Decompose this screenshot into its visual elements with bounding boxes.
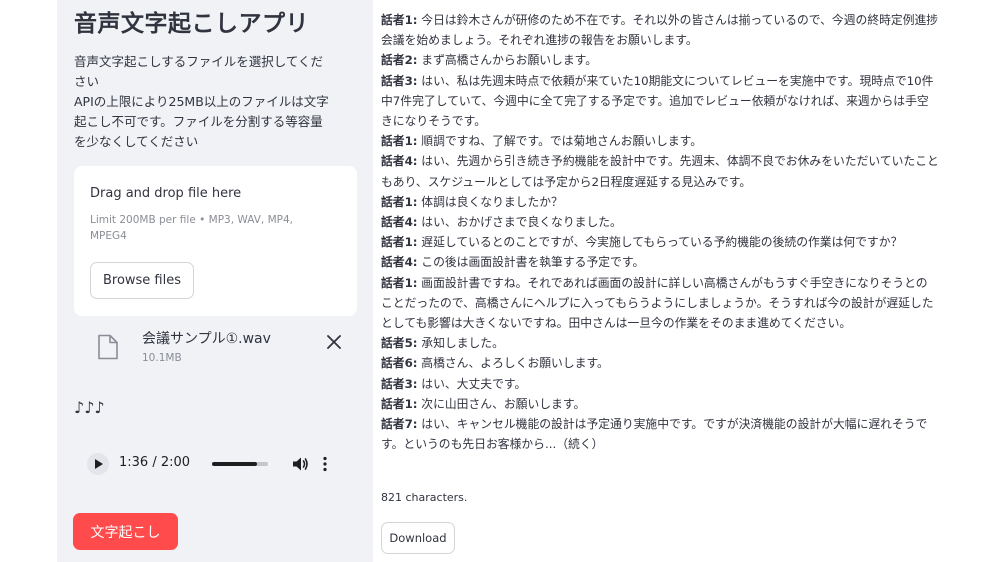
upload-instructions: 音声文字起こしするファイルを選択してくだ さい APIの上限により25MB以上の… xyxy=(74,52,356,152)
instruction-line: さい xyxy=(74,74,100,89)
transcript-line: 話者3: はい、私は先週末時点で依頼が来ていた10期能文についてレビューを実施中… xyxy=(381,71,939,132)
utterance-text: 遅延しているとのことですが、今実施してもらっている予約機能の後続の作業は何ですか… xyxy=(417,235,903,250)
speaker-label: 話者7: xyxy=(381,417,418,432)
utterance-text: 次に山田さん、お願いします。 xyxy=(417,396,586,411)
transcript-line: 話者4: この後は画面設計書を執筆する予定です。 xyxy=(381,252,939,272)
music-notes: ♪♪♪ xyxy=(74,398,105,417)
utterance-text: はい、私は先週末時点で依頼が来ていた10期能文についてレビューを実施中です。現時… xyxy=(381,73,934,129)
speaker-label: 話者1: xyxy=(381,134,418,149)
dropzone-label: Drag and drop file here xyxy=(90,186,242,201)
speaker-label: 話者5: xyxy=(381,336,418,351)
speaker-label: 話者4: xyxy=(381,154,418,169)
file-icon xyxy=(98,334,118,360)
utterance-text: 画面設計書ですね。それであれば画面の設計に詳しい高橋さんがもうすぐ手空きになりそ… xyxy=(381,275,934,331)
speaker-label: 話者6: xyxy=(381,356,418,371)
speaker-label: 話者1: xyxy=(381,396,418,411)
transcribe-button[interactable]: 文字起こし xyxy=(73,513,178,550)
transcript: 話者1: 今日は鈴木さんが研修のため不在です。それ以外の皆さんは揃っているので、… xyxy=(381,10,939,454)
instruction-line: 音声文字起こしするファイルを選択してくだ xyxy=(74,54,324,69)
close-icon[interactable] xyxy=(322,332,346,356)
transcript-line: 話者1: 順調ですね、了解です。では菊地さんお願いします。 xyxy=(381,131,939,151)
play-icon[interactable] xyxy=(87,453,109,475)
download-button[interactable]: Download xyxy=(381,522,455,554)
file-dropzone[interactable]: Drag and drop file here Limit 200MB per … xyxy=(74,166,357,316)
speaker-label: 話者4: xyxy=(381,255,418,270)
audio-time: 1:36 / 2:00 xyxy=(119,455,191,470)
speaker-label: 話者1: xyxy=(381,13,418,27)
transcript-line: 話者1: 遅延しているとのことですが、今実施してもらっている予約機能の後続の作業… xyxy=(381,232,939,252)
transcript-line: 話者1: 次に山田さん、お願いします。 xyxy=(381,394,939,414)
file-size: 10.1MB xyxy=(142,352,182,364)
transcript-line: 話者3: はい、大丈夫です。 xyxy=(381,374,939,394)
utterance-text: この後は画面設計書を執筆する予定です。 xyxy=(417,255,645,270)
main-content: 話者1: 今日は鈴木さんが研修のため不在です。それ以外の皆さんは揃っているので、… xyxy=(381,0,941,562)
browse-files-button[interactable]: Browse files xyxy=(90,262,194,299)
sidebar: 音声文字起こしアプリ 音声文字起こしするファイルを選択してくだ さい APIの上… xyxy=(57,0,373,562)
utterance-text: まず高橋さんからお願いします。 xyxy=(417,53,598,68)
speaker-label: 話者1: xyxy=(381,235,418,250)
transcript-line: 話者1: 体調は良くなりましたか？ xyxy=(381,192,939,212)
app-title: 音声文字起こしアプリ xyxy=(74,11,309,37)
speaker-label: 話者2: xyxy=(381,53,418,68)
transcript-line: 話者6: 高橋さん、よろしくお願いします。 xyxy=(381,353,939,373)
utterance-text: はい、おかげさまで良くなりました。 xyxy=(417,215,622,230)
transcript-line: 話者1: 画面設計書ですね。それであれば画面の設計に詳しい高橋さんがもうすぐ手空… xyxy=(381,273,939,334)
utterance-text: はい、先週から引き続き予約機能を設計中です。先週末、体調不良でお休みをいただいて… xyxy=(381,154,939,189)
character-count: 821 characters. xyxy=(381,491,468,504)
utterance-text: 体調は良くなりましたか？ xyxy=(417,194,563,209)
speaker-label: 話者3: xyxy=(381,376,418,391)
audio-player: 1:36 / 2:00 xyxy=(79,446,337,482)
instruction-line: APIの上限により25MB以上のファイルは文字 xyxy=(74,94,329,109)
file-name: 会議サンプル①.wav xyxy=(142,331,271,347)
utterance-text: 今日は鈴木さんが研修のため不在です。それ以外の皆さんは揃っているので、今週の終時… xyxy=(381,13,939,48)
speaker-label: 話者1: xyxy=(381,275,418,290)
transcript-line: 話者4: はい、おかげさまで良くなりました。 xyxy=(381,212,939,232)
volume-icon[interactable] xyxy=(291,455,309,473)
audio-progress-fill xyxy=(212,462,257,466)
speaker-label: 話者1: xyxy=(381,194,418,209)
utterance-text: はい、キャンセル機能の設計は予定通り実施中です。ですが決済機能の設計が大幅に遅れ… xyxy=(381,417,928,452)
dropzone-limit: Limit 200MB per file • MP3, WAV, MP4, MP… xyxy=(90,214,293,242)
transcript-line: 話者1: 今日は鈴木さんが研修のため不在です。それ以外の皆さんは揃っているので、… xyxy=(381,10,939,50)
uploaded-file: 会議サンプル①.wav 10.1MB xyxy=(74,322,357,374)
utterance-text: 高橋さん、よろしくお願いします。 xyxy=(417,356,609,371)
instruction-line: を少なくしてください xyxy=(74,134,199,149)
speaker-label: 話者3: xyxy=(381,73,418,88)
transcript-line: 話者5: 承知しました。 xyxy=(381,333,939,353)
transcript-line: 話者7: はい、キャンセル機能の設計は予定通り実施中です。ですが決済機能の設計が… xyxy=(381,414,939,454)
utterance-text: はい、大丈夫です。 xyxy=(417,376,527,391)
audio-progress-track[interactable] xyxy=(212,462,268,466)
speaker-label: 話者4: xyxy=(381,215,418,230)
utterance-text: 承知しました。 xyxy=(417,336,504,351)
instruction-line: 起こし不可です。ファイルを分割する等容量 xyxy=(74,114,323,129)
close-glyph xyxy=(327,335,341,349)
more-vert-icon[interactable] xyxy=(319,455,331,473)
transcript-line: 話者4: はい、先週から引き続き予約機能を設計中です。先週末、体調不良でお休みを… xyxy=(381,151,939,191)
transcript-line: 話者2: まず高橋さんからお願いします。 xyxy=(381,50,939,70)
utterance-text: 順調ですね、了解です。では菊地さんお願いします。 xyxy=(417,134,703,149)
